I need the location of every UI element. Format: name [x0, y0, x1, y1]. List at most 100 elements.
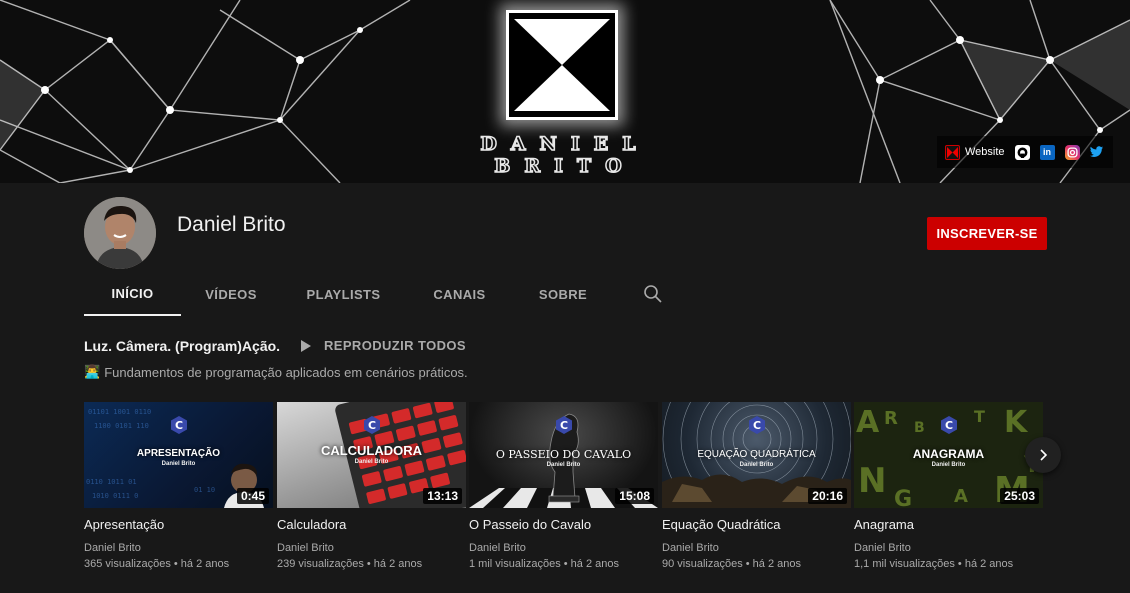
- github-link[interactable]: [1014, 144, 1030, 160]
- daniel-brito-logo-icon: [945, 144, 960, 160]
- tab-inicio[interactable]: INÍCIO: [84, 273, 181, 316]
- svg-text:0110 1011 01: 0110 1011 01: [86, 478, 137, 486]
- video-title[interactable]: Anagrama: [854, 517, 1043, 533]
- video-card[interactable]: AR KT NG MA BY C ANAGRAMA Daniel Brito 2…: [854, 402, 1043, 570]
- hourglass-logo-icon: [514, 19, 610, 111]
- thumbnail-author: Daniel Brito: [354, 459, 389, 465]
- duration-badge: 20:16: [808, 488, 847, 504]
- thumbnail-title: APRESENTAÇÃO: [136, 448, 221, 459]
- svg-text:A: A: [954, 486, 968, 507]
- svg-text:1010 0111 0: 1010 0111 0: [92, 492, 138, 500]
- svg-text:C: C: [752, 419, 760, 432]
- channel-header: Daniel Brito INSCREVER-SE INÍCIO VÍDEOS …: [0, 183, 1130, 316]
- svg-text:B: B: [914, 420, 925, 436]
- instagram-icon: [1064, 144, 1080, 160]
- thumbnail-title: EQUAÇÃO QUADRÁTICA: [697, 449, 816, 460]
- website-link-label: Website: [965, 146, 1005, 158]
- video-thumbnail[interactable]: 01101 1001 0110 1100 0101 110 0110 1011 0…: [84, 402, 273, 508]
- banner-logo-line2: BRITO: [494, 154, 636, 178]
- twitter-link[interactable]: [1090, 145, 1105, 160]
- linkedin-icon: in: [1039, 144, 1055, 160]
- video-thumbnail[interactable]: C O PASSEIO DO CAVALO Daniel Brito 15:08: [469, 402, 658, 508]
- tab-playlists[interactable]: PLAYLISTS: [281, 273, 406, 316]
- video-card[interactable]: C EQUAÇÃO QUADRÁTICA Daniel Brito 20:16 …: [662, 402, 851, 570]
- shelf-section: Luz. Câmera. (Program)Ação. REPRODUZIR T…: [0, 316, 1130, 593]
- shelf-title[interactable]: Luz. Câmera. (Program)Ação.: [84, 338, 280, 354]
- video-meta: 90 visualizações • há 2 anos: [662, 558, 801, 570]
- c-language-icon: C: [363, 416, 380, 434]
- channel-logo: [506, 10, 618, 120]
- search-icon[interactable]: [643, 284, 663, 304]
- video-channel[interactable]: Daniel Brito: [662, 542, 851, 554]
- channel-name: Daniel Brito: [177, 213, 286, 236]
- banner-links: Website in: [937, 136, 1113, 168]
- svg-text:01101 1001 0110: 01101 1001 0110: [88, 408, 151, 416]
- tab-videos[interactable]: VÍDEOS: [181, 273, 281, 316]
- svg-text:1100 0101 110: 1100 0101 110: [94, 422, 149, 430]
- video-title[interactable]: O Passeio do Cavalo: [469, 517, 658, 533]
- shelf-description-text: Fundamentos de programação aplicados em …: [104, 364, 468, 380]
- duration-badge: 0:45: [236, 488, 269, 504]
- video-card[interactable]: C O PASSEIO DO CAVALO Daniel Brito 15:08…: [469, 402, 658, 570]
- video-card[interactable]: C CALCULADORA Daniel Brito 13:13 Calcula…: [277, 402, 466, 570]
- svg-text:C: C: [174, 419, 182, 432]
- channel-banner: DANIEL BRITO Website in: [0, 0, 1130, 183]
- svg-text:G: G: [894, 487, 912, 508]
- video-channel[interactable]: Daniel Brito: [277, 542, 466, 554]
- video-thumbnail[interactable]: C CALCULADORA Daniel Brito 13:13: [277, 402, 466, 508]
- video-shelf: 01101 1001 0110 1100 0101 110 0110 1011 0…: [84, 402, 1044, 582]
- twitter-icon: [1090, 145, 1105, 160]
- instagram-link[interactable]: [1064, 144, 1080, 160]
- duration-badge: 15:08: [615, 488, 654, 504]
- thumbnail-author: Daniel Brito: [739, 462, 774, 468]
- c-language-icon: C: [748, 416, 765, 434]
- shelf-description: 👨‍💻 Fundamentos de programação aplicados…: [84, 364, 468, 380]
- duration-badge: 25:03: [1000, 488, 1039, 504]
- video-channel[interactable]: Daniel Brito: [469, 542, 658, 554]
- svg-text:01 10: 01 10: [194, 486, 215, 494]
- video-title[interactable]: Equação Quadrática: [662, 517, 851, 533]
- thumbnail-title: O PASSEIO DO CAVALO: [495, 448, 632, 461]
- svg-text:K: K: [1004, 405, 1029, 440]
- tab-sobre[interactable]: SOBRE: [513, 273, 613, 316]
- tab-canais[interactable]: CANAIS: [406, 273, 513, 316]
- video-card[interactable]: 01101 1001 0110 1100 0101 110 0110 1011 0…: [84, 402, 273, 570]
- video-channel[interactable]: Daniel Brito: [84, 542, 273, 554]
- svg-text:C: C: [944, 419, 952, 432]
- video-meta: 1,1 mil visualizações • há 2 anos: [854, 558, 1014, 570]
- shelf-next-button[interactable]: [1025, 437, 1061, 473]
- svg-text:R: R: [884, 408, 898, 429]
- video-channel[interactable]: Daniel Brito: [854, 542, 1043, 554]
- video-title[interactable]: Apresentação: [84, 517, 273, 533]
- technologist-emoji: 👨‍💻: [84, 364, 101, 379]
- c-language-icon: C: [555, 416, 572, 434]
- website-link[interactable]: Website: [945, 144, 1005, 160]
- video-title[interactable]: Calculadora: [277, 517, 466, 533]
- video-meta: 365 visualizações • há 2 anos: [84, 558, 230, 570]
- video-meta: 1 mil visualizações • há 2 anos: [469, 558, 619, 570]
- thumbnail-author: Daniel Brito: [931, 462, 966, 468]
- svg-text:C: C: [559, 419, 567, 432]
- banner-logo-line1: DANIEL: [480, 132, 650, 156]
- subscribe-button[interactable]: INSCREVER-SE: [927, 217, 1047, 250]
- video-thumbnail[interactable]: AR KT NG MA BY C ANAGRAMA Daniel Brito 2…: [854, 402, 1043, 508]
- play-all-button[interactable]: REPRODUZIR TODOS: [298, 338, 466, 353]
- video-thumbnail[interactable]: C EQUAÇÃO QUADRÁTICA Daniel Brito 20:16: [662, 402, 851, 508]
- play-all-label: REPRODUZIR TODOS: [324, 338, 466, 353]
- svg-text:C: C: [367, 419, 375, 432]
- svg-text:T: T: [974, 407, 985, 426]
- svg-text:A: A: [856, 405, 880, 440]
- c-language-icon: C: [940, 416, 957, 434]
- play-icon: [301, 339, 311, 352]
- c-language-icon: C: [170, 416, 187, 434]
- thumbnail-author: Daniel Brito: [161, 461, 196, 467]
- avatar[interactable]: [84, 197, 156, 269]
- thumbnail-title: ANAGRAMA: [912, 447, 985, 461]
- linkedin-link[interactable]: in: [1039, 144, 1055, 160]
- github-icon: [1014, 144, 1030, 160]
- chevron-right-icon: [1040, 449, 1048, 461]
- video-meta: 239 visualizações • há 2 anos: [277, 558, 423, 570]
- banner-logo-text: DANIEL BRITO: [470, 132, 660, 178]
- thumbnail-title: CALCULADORA: [320, 443, 423, 458]
- thumbnail-author: Daniel Brito: [546, 462, 581, 468]
